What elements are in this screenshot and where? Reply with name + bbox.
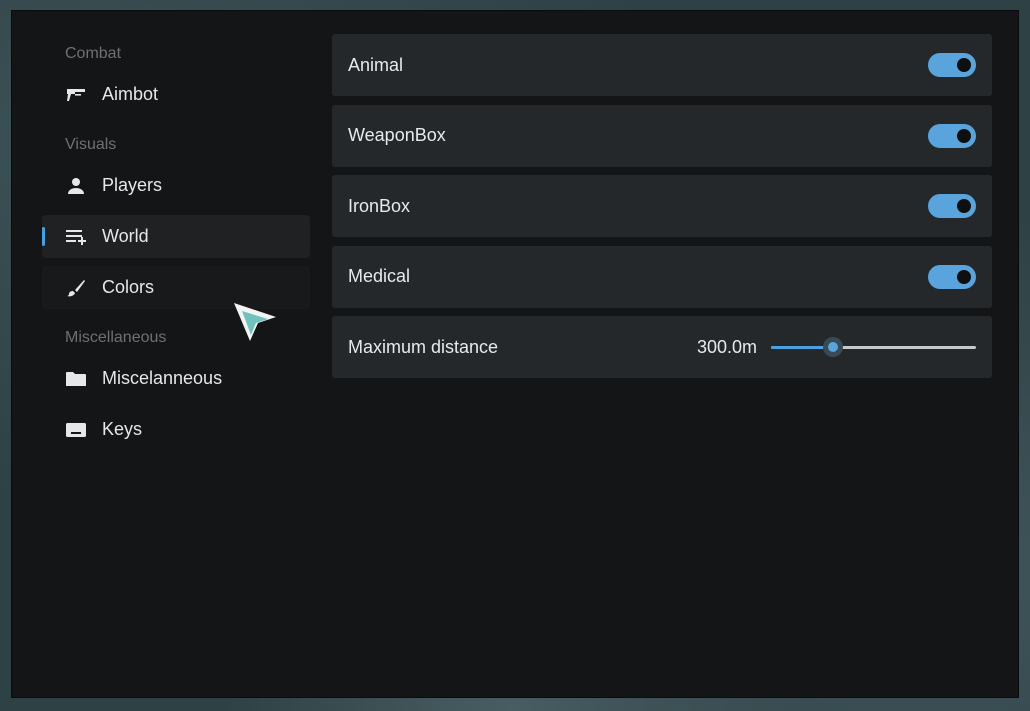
keyboard-icon [66, 420, 86, 440]
toggle-knob [957, 58, 971, 72]
folder-icon [66, 369, 86, 389]
active-indicator [42, 227, 45, 246]
distance-slider-group: 300.0m [697, 337, 976, 358]
setting-label: WeaponBox [348, 125, 446, 145]
setting-row-max-distance: Maximum distance 300.0m [332, 316, 992, 378]
sidebar: Combat Aimbot Visuals Players World Colo… [42, 33, 310, 459]
sidebar-item-keys[interactable]: Keys [42, 408, 310, 451]
setting-label: Animal [348, 54, 404, 75]
animal-toggle[interactable] [928, 53, 976, 77]
sidebar-item-label: Aimbot [102, 84, 159, 104]
section-label-visuals: Visuals [65, 136, 117, 153]
sidebar-item-label: Colors [102, 277, 155, 297]
settings-window: Combat Aimbot Visuals Players World Colo… [11, 10, 1019, 698]
setting-row-ironbox: IronBox [332, 175, 992, 237]
section-label-combat: Combat [65, 45, 122, 62]
slider-thumb[interactable] [822, 337, 843, 357]
sidebar-item-aimbot[interactable]: Aimbot [42, 73, 310, 116]
setting-row-animal: Animal [332, 34, 992, 96]
mouse-cursor-icon [234, 303, 276, 341]
toggle-knob [957, 269, 971, 284]
ironbox-toggle[interactable] [928, 194, 976, 218]
sidebar-item-miscelanneous[interactable]: Miscelanneous [42, 357, 310, 400]
medical-toggle[interactable] [928, 264, 976, 289]
sidebar-item-players[interactable]: Players [42, 164, 310, 207]
setting-label: IronBox [348, 195, 411, 216]
sidebar-item-label: World [102, 226, 149, 246]
distance-value: 300.0m [696, 336, 757, 357]
gun-icon [66, 85, 86, 105]
toggle-knob [957, 128, 971, 143]
weaponbox-toggle[interactable] [928, 123, 976, 148]
max-distance-slider[interactable] [771, 337, 976, 357]
sidebar-item-label: Miscelanneous [102, 368, 223, 388]
person-icon [66, 176, 86, 196]
toggle-knob [957, 199, 971, 213]
setting-row-weaponbox: WeaponBox [332, 104, 992, 167]
sidebar-item-label: Players [102, 175, 163, 195]
setting-row-medical: Medical [332, 245, 992, 308]
world-settings-panel: Animal WeaponBox IronBox Medical Maximum… [332, 34, 992, 387]
sidebar-item-world[interactable]: World [42, 215, 310, 258]
playlist-add-icon [66, 227, 86, 247]
setting-label: Maximum distance [348, 336, 499, 357]
setting-label: Medical [348, 266, 411, 286]
brush-icon [66, 278, 86, 298]
sidebar-item-label: Keys [102, 419, 143, 439]
